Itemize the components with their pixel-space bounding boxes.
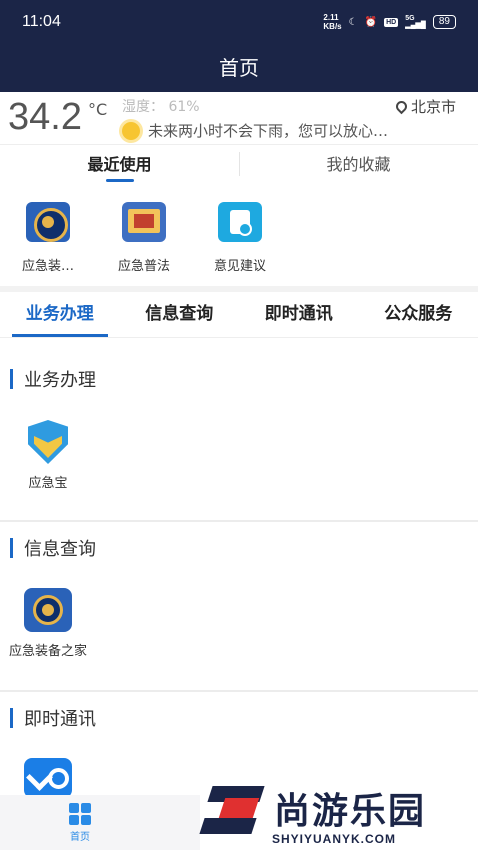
app-label: 应急宝 — [28, 476, 68, 491]
law-book-icon — [122, 202, 166, 242]
section-title: 即时通讯 — [10, 705, 96, 731]
app-label: 应急装… — [21, 259, 74, 274]
location-pin-icon — [393, 98, 410, 115]
app-yingjibao[interactable]: 应急宝 — [14, 420, 82, 491]
tab-instant-messaging[interactable]: 即时通讯 — [239, 292, 359, 337]
speed-value: 2.11 — [323, 13, 339, 22]
recent-app-feedback[interactable]: 意见建议 — [192, 196, 288, 274]
temperature: 34.2 — [8, 96, 82, 138]
battery-icon: 89 — [432, 15, 456, 29]
city-selector[interactable]: 北京市 — [393, 96, 456, 117]
weather-panel: 34.2 °C 湿度： 61% 北京市 未来两小时不会下雨，您可以放心… — [0, 92, 478, 144]
forecast: 未来两小时不会下雨，您可以放心… — [122, 120, 388, 141]
alarm-off-icon: ⏰ — [364, 16, 378, 28]
app-chat[interactable] — [24, 758, 72, 798]
app-label: 意见建议 — [213, 259, 266, 274]
section-title: 业务办理 — [10, 366, 96, 392]
sun-icon — [122, 121, 140, 140]
page-title: 首页 — [0, 44, 478, 92]
app-label: 应急普法 — [117, 259, 170, 274]
recent-app-law[interactable]: 应急普法 — [96, 196, 192, 274]
watermark-s-accent — [218, 798, 260, 818]
category-tabs: 业务办理 信息查询 即时通讯 公众服务 — [0, 292, 478, 338]
forecast-text: 未来两小时不会下雨，您可以放心… — [148, 122, 389, 140]
speed-unit: KB/s — [323, 22, 342, 31]
divider — [0, 520, 478, 522]
signal-icon: 5G ▂▄▆█ — [405, 15, 426, 29]
status-time: 11:04 — [22, 13, 61, 30]
home-grid-icon — [69, 803, 91, 825]
emergency-badge-icon — [24, 588, 72, 632]
watermark-text: 尚游乐园 — [274, 791, 427, 832]
tab-info-query[interactable]: 信息查询 — [120, 292, 240, 337]
moon-icon: ☾ — [348, 16, 358, 28]
chat-app-icon — [24, 758, 72, 798]
temperature-unit: °C — [88, 100, 108, 119]
emergency-badge-icon — [26, 202, 70, 242]
tab-divider — [239, 152, 240, 176]
tab-favorites[interactable]: 我的收藏 — [239, 145, 478, 186]
feedback-icon — [218, 202, 262, 242]
network-type: 5G — [405, 15, 415, 22]
tab-business[interactable]: 业务办理 — [0, 292, 120, 337]
app-equipment-home[interactable]: 应急装备之家 — [0, 588, 96, 659]
network-speed: 2.11 KB/s — [323, 13, 341, 31]
tab-public-service[interactable]: 公众服务 — [359, 292, 478, 337]
shield-icon — [28, 420, 68, 464]
status-bar: 11:04 2.11 KB/s ☾ ⏰ HD 5G ▂▄▆█ 89 — [0, 0, 478, 44]
city-label: 北京市 — [410, 98, 456, 116]
nav-home[interactable]: 首页 — [60, 803, 100, 843]
recent-apps: 应急装… 应急普法 意见建议 — [0, 196, 478, 286]
watermark-logo: 尚游乐园 SHYIYUANYK.COM — [200, 780, 478, 850]
nav-home-label: 首页 — [70, 832, 90, 843]
status-icons: 2.11 KB/s ☾ ⏰ HD 5G ▂▄▆█ 89 — [323, 13, 456, 31]
watermark-url: SHYIYUANYK.COM — [272, 832, 397, 846]
divider — [0, 690, 478, 692]
hd-icon: HD — [384, 17, 399, 27]
recent-app-equipment[interactable]: 应急装… — [0, 196, 96, 274]
section-title: 信息查询 — [10, 535, 96, 561]
bottom-nav: 首页 — [0, 795, 200, 850]
tab-recent[interactable]: 最近使用 — [0, 145, 239, 186]
app-label: 应急装备之家 — [8, 644, 87, 659]
humidity: 湿度： 61% — [122, 99, 200, 115]
